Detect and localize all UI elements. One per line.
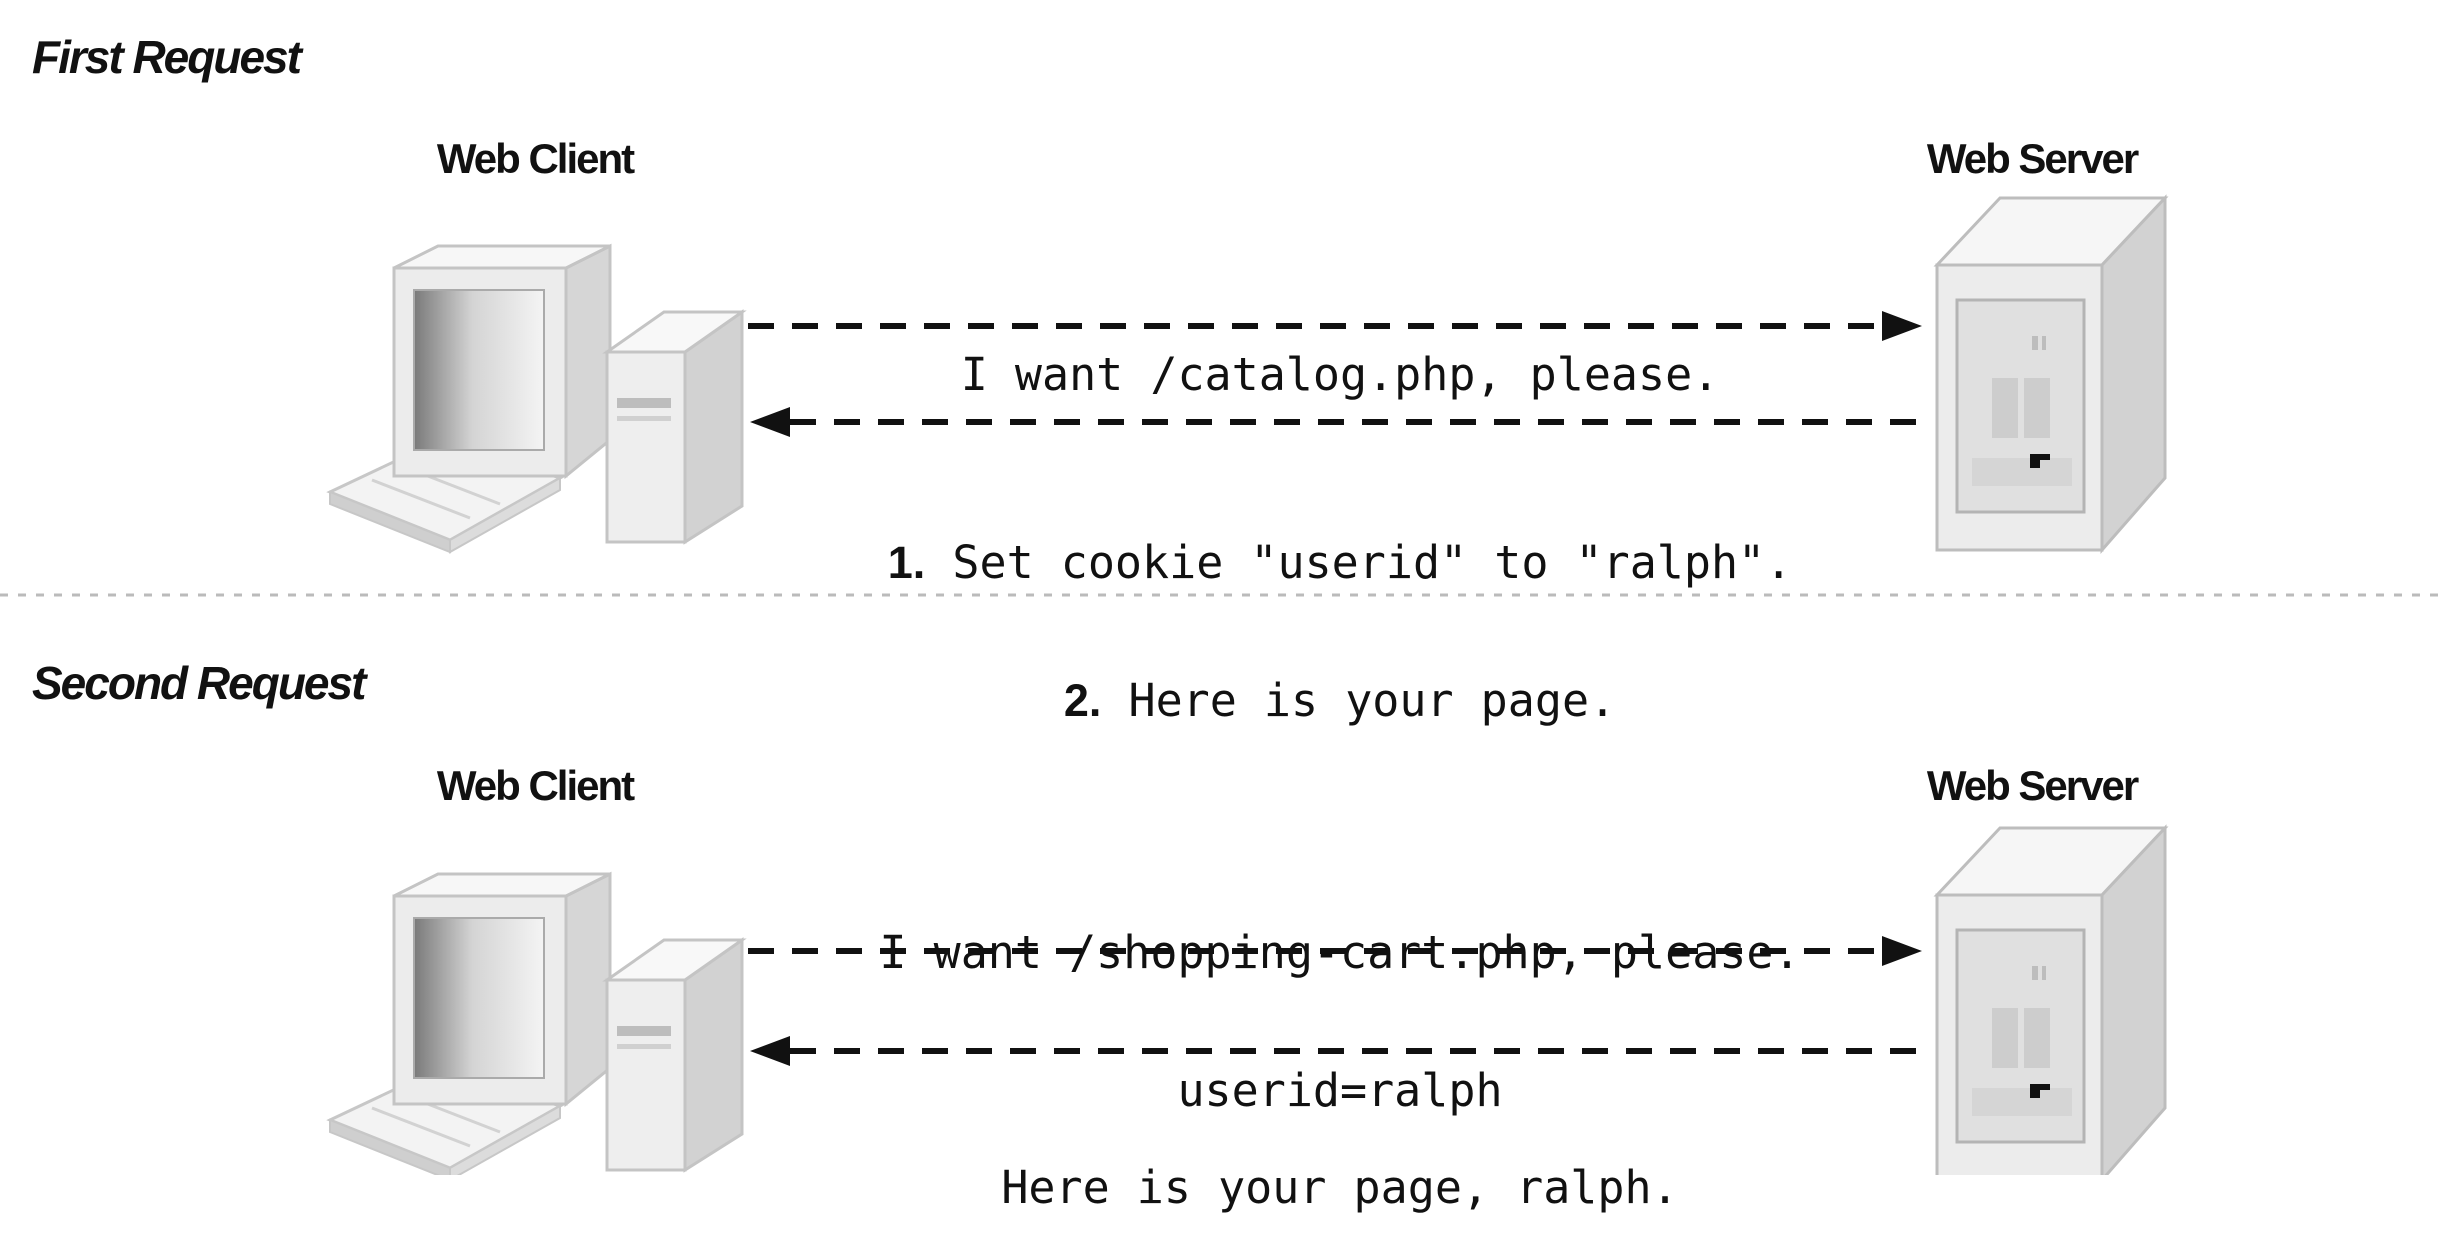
step-number: 2. (1063, 675, 1102, 726)
response-line: 1. Set cookie "userid" to "ralph". (888, 540, 1792, 586)
section-heading-second-request: Second Request (32, 657, 366, 709)
web-server-label: Web Server (1926, 135, 2139, 182)
response-line: Here is your page, ralph. (1001, 1165, 1678, 1211)
web-server-icon (1935, 826, 2167, 1175)
response-text: Here is your page, ralph. (1001, 1161, 1679, 1214)
step-number: 1. (887, 537, 926, 588)
step-text: Set cookie "userid" to "ralph". (925, 536, 1793, 589)
web-server-icon (1935, 196, 2167, 552)
request-message: I want /catalog.php, please. (961, 260, 1720, 444)
web-client-computer-icon (328, 872, 744, 1175)
response-line: 2. Here is your page. (888, 678, 1792, 724)
web-server-label: Web Server (1926, 762, 2139, 809)
response-message: 1. Set cookie "userid" to "ralph". 2. He… (888, 448, 1792, 770)
request-line: I want /shopping-cart.php, please. (879, 926, 1801, 979)
section-heading-first-request: First Request (32, 31, 302, 83)
web-client-computer-icon (328, 244, 744, 554)
request-line: I want /catalog.php, please. (960, 348, 1720, 401)
step-text: Here is your page. (1101, 674, 1617, 727)
response-message: Here is your page, ralph. (1001, 1073, 1678, 1257)
web-client-label: Web Client (436, 135, 635, 182)
web-client-label: Web Client (436, 762, 635, 809)
